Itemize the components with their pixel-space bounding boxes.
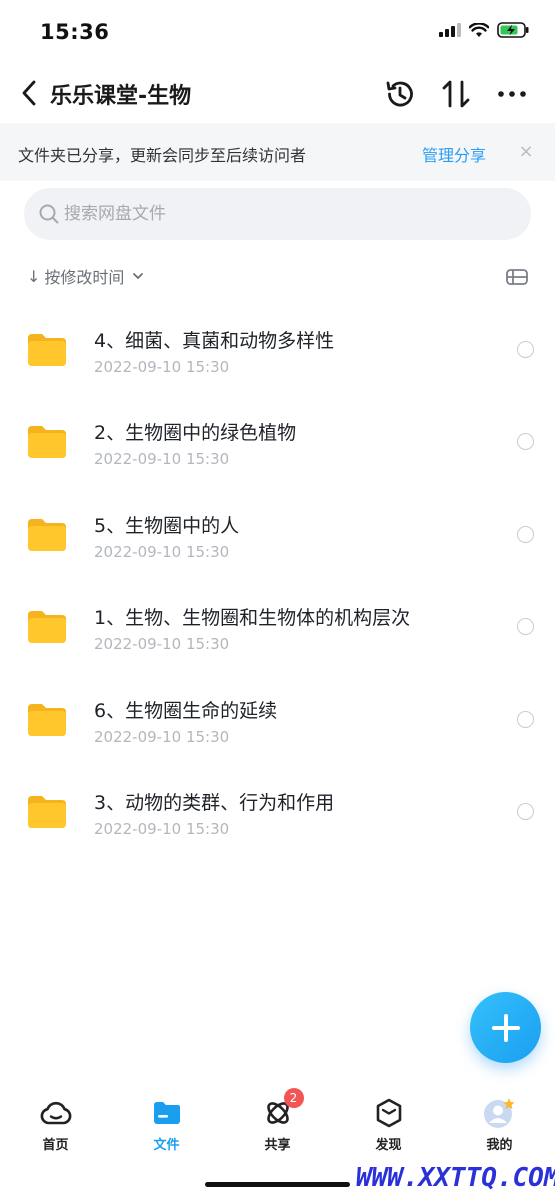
- add-button[interactable]: [470, 992, 541, 1063]
- select-checkbox[interactable]: [517, 433, 534, 451]
- folder-name: 4、细菌、真菌和动物多样性: [94, 330, 335, 352]
- tab-discover[interactable]: 发现: [333, 1096, 444, 1156]
- folder-icon: [28, 518, 66, 551]
- status-bar: 15:36: [0, 0, 555, 60]
- folder-row[interactable]: 1、生物、生物圈和生物体的机构层次 2022-09-10 15:30: [0, 579, 555, 671]
- plus-icon: [491, 1013, 520, 1042]
- watermark: WWW.XXTTQ.COM: [356, 1163, 555, 1193]
- folder-date: 2022-09-10 15:30: [94, 819, 230, 838]
- tab-label: 首页: [42, 1138, 69, 1153]
- back-button[interactable]: [14, 76, 44, 110]
- folder-date: 2022-09-10 15:30: [94, 727, 230, 746]
- folder-row[interactable]: 6、生物圈生命的延续 2022-09-10 15:30: [0, 672, 555, 764]
- nav-bar: 乐乐课堂-生物: [0, 66, 555, 122]
- tab-home[interactable]: 首页: [0, 1096, 111, 1156]
- select-checkbox[interactable]: [517, 802, 534, 820]
- close-icon[interactable]: ×: [514, 138, 538, 164]
- more-dots-icon: [498, 91, 526, 97]
- cube-icon: [372, 1096, 406, 1130]
- search-input[interactable]: [64, 188, 504, 240]
- list-view-icon: [506, 269, 528, 285]
- sort-arrow-icon: ↓: [27, 266, 41, 286]
- folder-icon: [28, 334, 66, 366]
- view-mode-button[interactable]: [505, 266, 529, 288]
- manage-share-link[interactable]: 管理分享: [422, 142, 486, 166]
- file-list: 4、细菌、真菌和动物多样性 2022-09-10 15:30 2、生物圈中的绿色…: [0, 302, 555, 856]
- select-checkbox[interactable]: [517, 341, 534, 358]
- folder-icon: [28, 611, 66, 644]
- history-button[interactable]: [382, 76, 418, 112]
- sort-label: 按修改时间: [44, 268, 125, 287]
- folder-date: 2022-09-10 15:30: [94, 450, 230, 469]
- search-box[interactable]: [24, 188, 531, 240]
- tab-files[interactable]: 文件: [111, 1096, 222, 1156]
- folder-row[interactable]: 2、生物圈中的绿色植物 2022-09-10 15:30: [0, 394, 555, 486]
- folder-date: 2022-09-10 15:30: [94, 635, 230, 654]
- notification-badge: 2: [283, 1088, 304, 1108]
- avatar-icon: [483, 1096, 517, 1130]
- folder-icon: [28, 703, 66, 736]
- select-checkbox[interactable]: [517, 525, 534, 543]
- banner-text: 文件夹已分享，更新会同步至后续访问者: [18, 146, 307, 165]
- chevron-down-icon: [133, 273, 144, 279]
- sort-by-modified-button[interactable]: ↓ 按修改时间: [27, 264, 144, 288]
- select-checkbox[interactable]: [517, 710, 534, 728]
- signal-icon: [439, 23, 461, 37]
- status-time: 15:36: [40, 20, 110, 44]
- tab-share[interactable]: 2 共享: [222, 1088, 333, 1156]
- home-indicator: [205, 1182, 350, 1187]
- folder-name: 3、动物的类群、行为和作用: [94, 791, 335, 814]
- tab-label: 发现: [375, 1138, 402, 1153]
- cloud-icon: [39, 1096, 73, 1130]
- status-icons: [439, 22, 529, 38]
- folder-row[interactable]: 5、生物圈中的人 2022-09-10 15:30: [0, 487, 555, 579]
- tab-mine[interactable]: 我的: [444, 1096, 555, 1156]
- tab-label: 我的: [486, 1138, 513, 1153]
- folder-row[interactable]: 4、细菌、真菌和动物多样性 2022-09-10 15:30: [0, 302, 555, 394]
- chevron-left-icon: [22, 80, 36, 106]
- tab-bar: 首页 文件 2 共享 发现 我的: [0, 1086, 555, 1166]
- select-checkbox[interactable]: [517, 618, 534, 636]
- sort-order-button[interactable]: [438, 76, 474, 112]
- search-icon: [39, 204, 59, 224]
- folder-name: 1、生物、生物圈和生物体的机构层次: [94, 607, 411, 630]
- folder-name: 6、生物圈生命的延续: [94, 699, 278, 722]
- tab-label: 共享: [264, 1138, 291, 1153]
- battery-charging-icon: [497, 22, 529, 38]
- folder-row[interactable]: 3、动物的类群、行为和作用 2022-09-10 15:30: [0, 764, 555, 856]
- share-banner: 文件夹已分享，更新会同步至后续访问者 管理分享 ×: [0, 123, 555, 181]
- folder-icon: [28, 795, 66, 828]
- folder-icon: [150, 1096, 184, 1130]
- folder-name: 5、生物圈中的人: [94, 514, 240, 537]
- orbit-icon: 2: [261, 1088, 304, 1130]
- folder-date: 2022-09-10 15:30: [94, 358, 230, 376]
- more-button[interactable]: [494, 76, 530, 112]
- sort-bar: ↓ 按修改时间: [0, 262, 555, 292]
- tab-label: 文件: [153, 1138, 180, 1153]
- sort-arrows-icon: [442, 80, 470, 108]
- folder-icon: [28, 426, 66, 459]
- wifi-icon: [469, 22, 489, 37]
- folder-date: 2022-09-10 15:30: [94, 542, 230, 561]
- folder-name: 2、生物圈中的绿色植物: [94, 422, 297, 445]
- history-icon: [386, 81, 413, 107]
- page-title: 乐乐课堂-生物: [50, 84, 192, 109]
